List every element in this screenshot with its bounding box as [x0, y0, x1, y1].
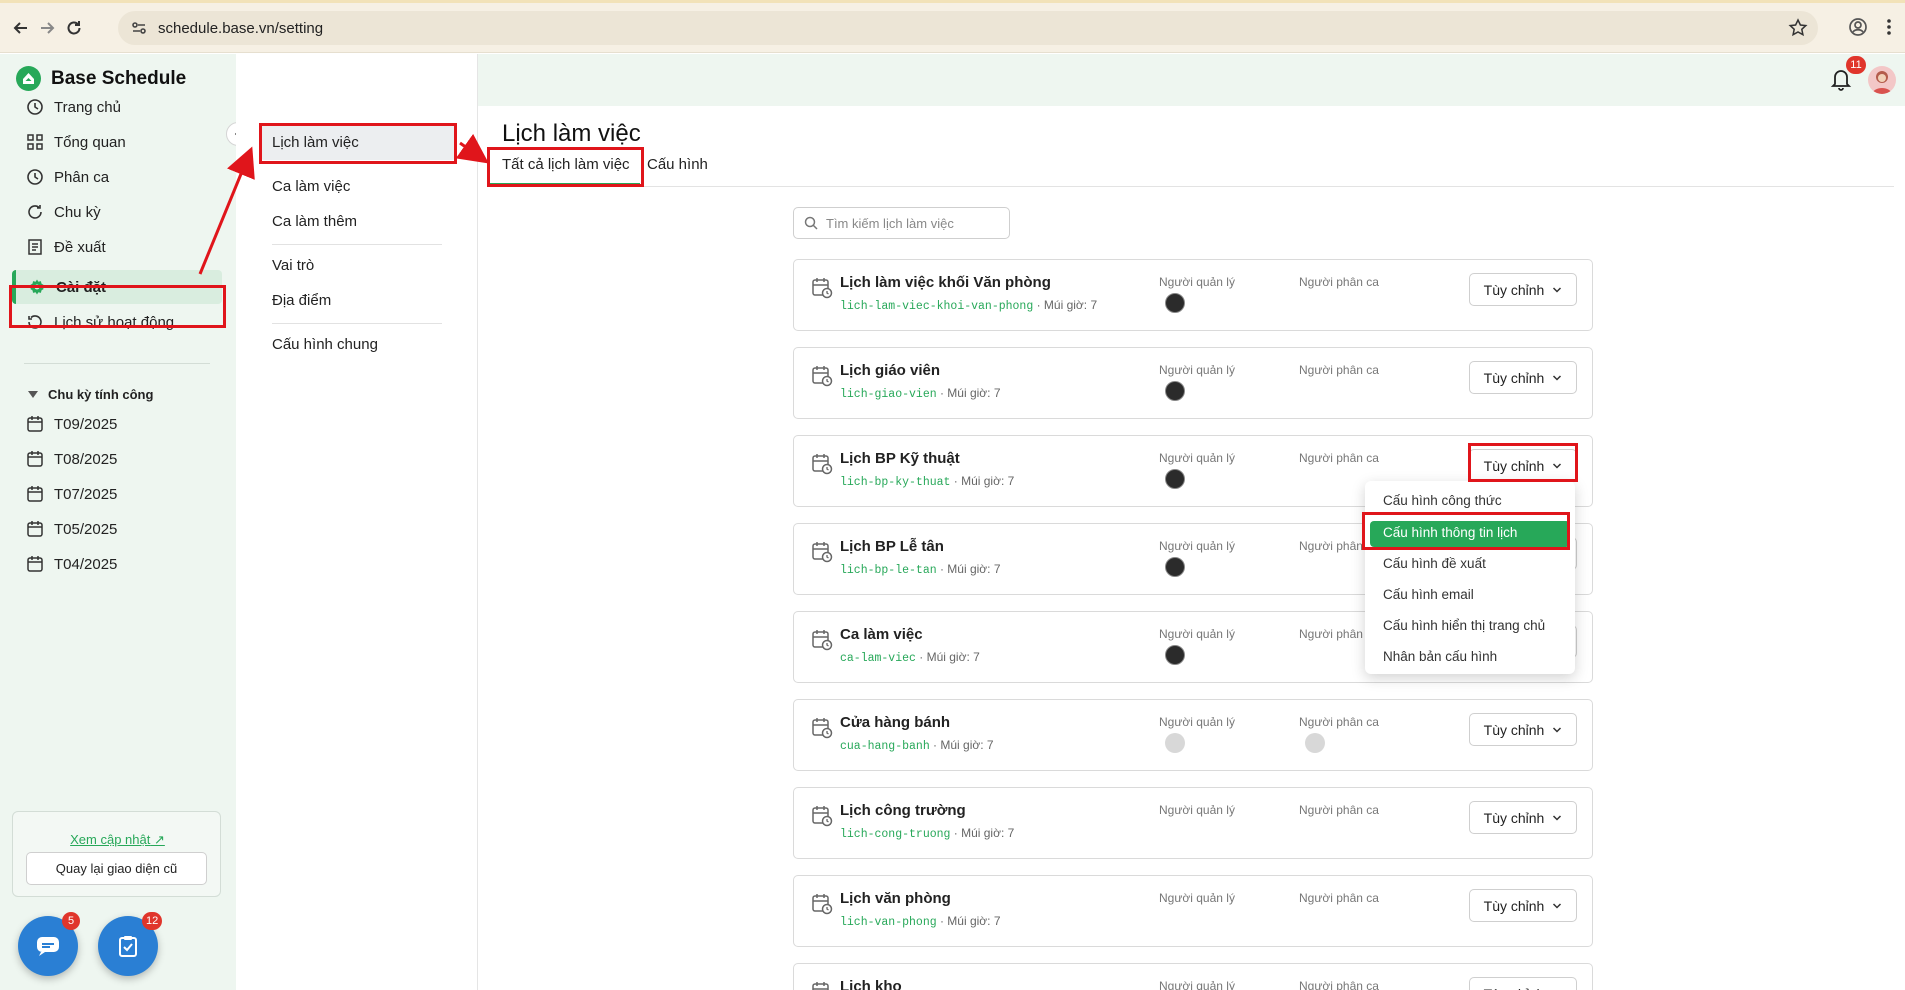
annotation-arrows [198, 133, 489, 275]
